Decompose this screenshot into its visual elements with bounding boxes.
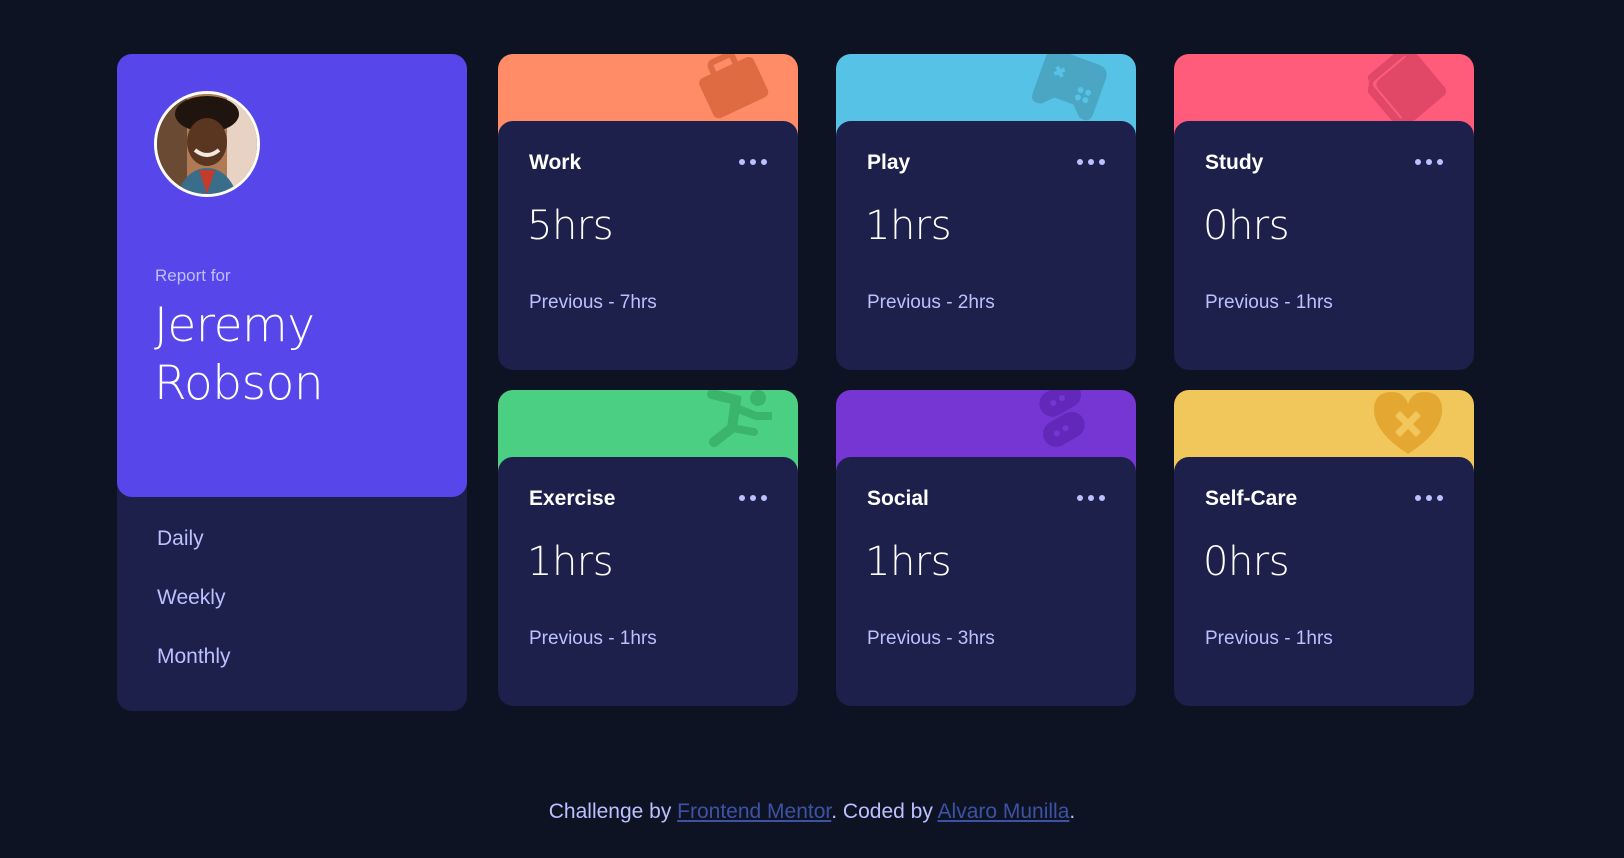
timeframe-selector: Daily Weekly Monthly bbox=[157, 524, 231, 701]
activity-title: Work bbox=[529, 151, 582, 174]
activity-card-self-care: Self-Care 0hrs Previous - 1hrs bbox=[1174, 390, 1474, 706]
activity-card-play: Play 1hrs Previous - 2hrs bbox=[836, 54, 1136, 370]
card-body-self-care[interactable]: Self-Care 0hrs Previous - 1hrs bbox=[1174, 457, 1474, 706]
ellipsis-icon[interactable] bbox=[1414, 157, 1444, 167]
self-care-heart-icon bbox=[1374, 392, 1442, 454]
activity-hours: 1hrs bbox=[527, 539, 614, 585]
attribution-footer: Challenge by Frontend Mentor. Coded by A… bbox=[0, 800, 1624, 824]
study-book-icon bbox=[1368, 54, 1447, 124]
activity-previous: Previous - 3hrs bbox=[867, 628, 995, 649]
report-for-label: Report for bbox=[155, 266, 231, 285]
avatar bbox=[154, 91, 260, 197]
activity-card-work: Work 5hrs Previous - 7hrs bbox=[498, 54, 798, 370]
card-body-study[interactable]: Study 0hrs Previous - 1hrs bbox=[1174, 121, 1474, 370]
activity-hours: 0hrs bbox=[1203, 203, 1290, 249]
frontend-mentor-link[interactable]: Frontend Mentor bbox=[677, 800, 831, 823]
ellipsis-icon[interactable] bbox=[1076, 493, 1106, 503]
activity-title: Self-Care bbox=[1205, 487, 1298, 510]
activity-hours: 1hrs bbox=[865, 539, 952, 585]
activity-grid: Work 5hrs Previous - 7hrs Play 1hrs Prev… bbox=[498, 54, 1474, 711]
social-chat-icon bbox=[1039, 390, 1085, 447]
activity-previous: Previous - 1hrs bbox=[1205, 628, 1333, 649]
footer-prefix: Challenge by bbox=[548, 800, 678, 823]
activity-previous: Previous - 1hrs bbox=[1205, 292, 1333, 313]
timeframe-daily[interactable]: Daily bbox=[157, 524, 231, 583]
activity-title: Play bbox=[867, 151, 911, 174]
activity-hours: 5hrs bbox=[527, 203, 614, 249]
activity-card-exercise: Exercise 1hrs Previous - 1hrs bbox=[498, 390, 798, 706]
activity-hours: 1hrs bbox=[865, 203, 952, 249]
ellipsis-icon[interactable] bbox=[738, 493, 768, 503]
user-name: Jeremy Robson bbox=[154, 298, 324, 411]
activity-previous: Previous - 2hrs bbox=[867, 292, 995, 313]
card-body-work[interactable]: Work 5hrs Previous - 7hrs bbox=[498, 121, 798, 370]
footer-middle: . Coded by bbox=[831, 800, 938, 823]
activity-previous: Previous - 7hrs bbox=[529, 292, 657, 313]
activity-card-study: Study 0hrs Previous - 1hrs bbox=[1174, 54, 1474, 370]
activity-title: Study bbox=[1205, 151, 1264, 174]
play-gamepad-icon bbox=[1032, 54, 1107, 121]
footer-suffix: . bbox=[1069, 800, 1076, 823]
activity-hours: 0hrs bbox=[1203, 539, 1290, 585]
activity-title: Social bbox=[867, 487, 929, 510]
card-body-exercise[interactable]: Exercise 1hrs Previous - 1hrs bbox=[498, 457, 798, 706]
profile-header: Report for Jeremy Robson bbox=[117, 54, 467, 497]
card-body-play[interactable]: Play 1hrs Previous - 2hrs bbox=[836, 121, 1136, 370]
time-tracking-dashboard: Report for Jeremy Robson Daily Weekly Mo… bbox=[117, 54, 1474, 711]
ellipsis-icon[interactable] bbox=[1076, 157, 1106, 167]
ellipsis-icon[interactable] bbox=[738, 157, 768, 167]
ellipsis-icon[interactable] bbox=[1414, 493, 1444, 503]
timeframe-weekly[interactable]: Weekly bbox=[157, 583, 231, 642]
author-link[interactable]: Alvaro Munilla bbox=[938, 800, 1070, 823]
work-briefcase-icon bbox=[699, 54, 769, 119]
profile-card: Report for Jeremy Robson Daily Weekly Mo… bbox=[117, 54, 467, 711]
activity-previous: Previous - 1hrs bbox=[529, 628, 657, 649]
timeframe-monthly[interactable]: Monthly bbox=[157, 642, 231, 701]
exercise-runner-icon bbox=[707, 390, 772, 447]
activity-card-social: Social 1hrs Previous - 3hrs bbox=[836, 390, 1136, 706]
card-body-social[interactable]: Social 1hrs Previous - 3hrs bbox=[836, 457, 1136, 706]
activity-title: Exercise bbox=[529, 487, 616, 510]
avatar-image bbox=[157, 94, 257, 194]
